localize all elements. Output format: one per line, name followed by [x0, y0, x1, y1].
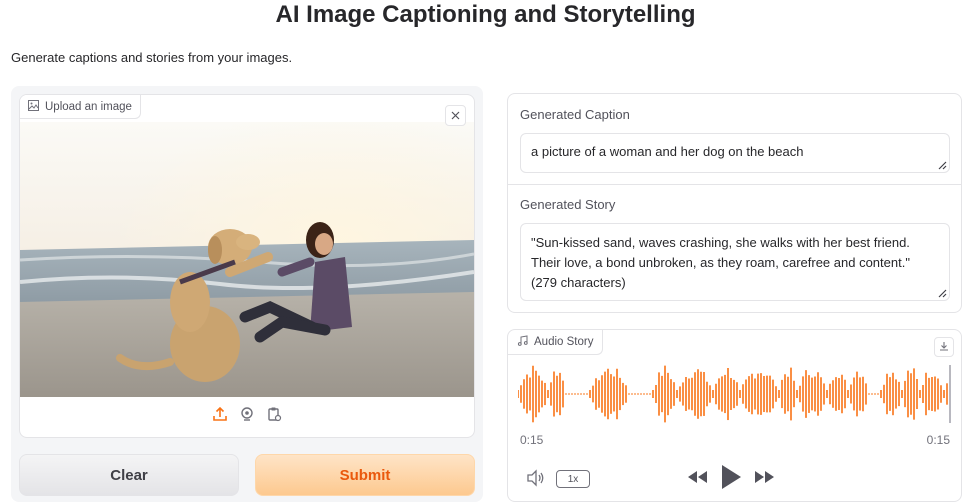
- story-label: Generated Story: [520, 197, 616, 212]
- audio-story-label-text: Audio Story: [534, 336, 594, 348]
- skip-backward-icon[interactable]: [686, 469, 708, 490]
- play-icon[interactable]: [720, 464, 742, 495]
- uploaded-photo: [20, 122, 474, 397]
- clear-button[interactable]: Clear: [19, 454, 239, 496]
- caption-text: a picture of a woman and her dog on the …: [531, 144, 804, 159]
- image-source-toolbar: [20, 405, 474, 423]
- story-text: "Sun-kissed sand, waves crashing, she wa…: [531, 235, 910, 290]
- volume-icon[interactable]: [526, 469, 546, 492]
- image-upload-area[interactable]: Upload an image: [19, 94, 475, 438]
- current-time: 0:15: [520, 433, 544, 447]
- audio-waveform[interactable]: [518, 365, 953, 423]
- output-text-panel: Generated Caption a picture of a woman a…: [507, 93, 962, 313]
- image-upload-label-text: Upload an image: [45, 100, 132, 113]
- resize-handle-icon[interactable]: [937, 160, 947, 170]
- audio-story-label: Audio Story: [508, 330, 604, 355]
- music-note-icon: [517, 335, 528, 349]
- download-icon: [939, 338, 949, 356]
- caption-textbox[interactable]: a picture of a woman and her dog on the …: [520, 133, 950, 173]
- panel-divider: [508, 184, 961, 185]
- page-subtitle: Generate captions and stories from your …: [11, 50, 293, 65]
- caption-label: Generated Caption: [520, 107, 630, 122]
- audio-story-panel: Audio Story 0:15 0:15 1x: [507, 329, 962, 502]
- close-icon: [451, 107, 460, 125]
- playback-buttons: [686, 464, 776, 495]
- skip-forward-icon[interactable]: [754, 469, 776, 490]
- image-icon: [28, 99, 39, 114]
- webcam-icon[interactable]: [238, 405, 256, 423]
- playback-speed-button[interactable]: 1x: [556, 470, 590, 488]
- story-textbox[interactable]: "Sun-kissed sand, waves crashing, she wa…: [520, 223, 950, 301]
- image-upload-label: Upload an image: [20, 95, 141, 119]
- download-button[interactable]: [934, 337, 954, 357]
- clipboard-icon[interactable]: [265, 405, 283, 423]
- clear-image-button[interactable]: [445, 105, 466, 126]
- resize-handle-icon[interactable]: [937, 288, 947, 298]
- audio-controls: 1x: [508, 464, 961, 494]
- upload-icon[interactable]: [211, 405, 229, 423]
- page-title: AI Image Captioning and Storytelling: [275, 1, 696, 28]
- duration: 0:15: [926, 433, 950, 447]
- submit-button[interactable]: Submit: [255, 454, 475, 496]
